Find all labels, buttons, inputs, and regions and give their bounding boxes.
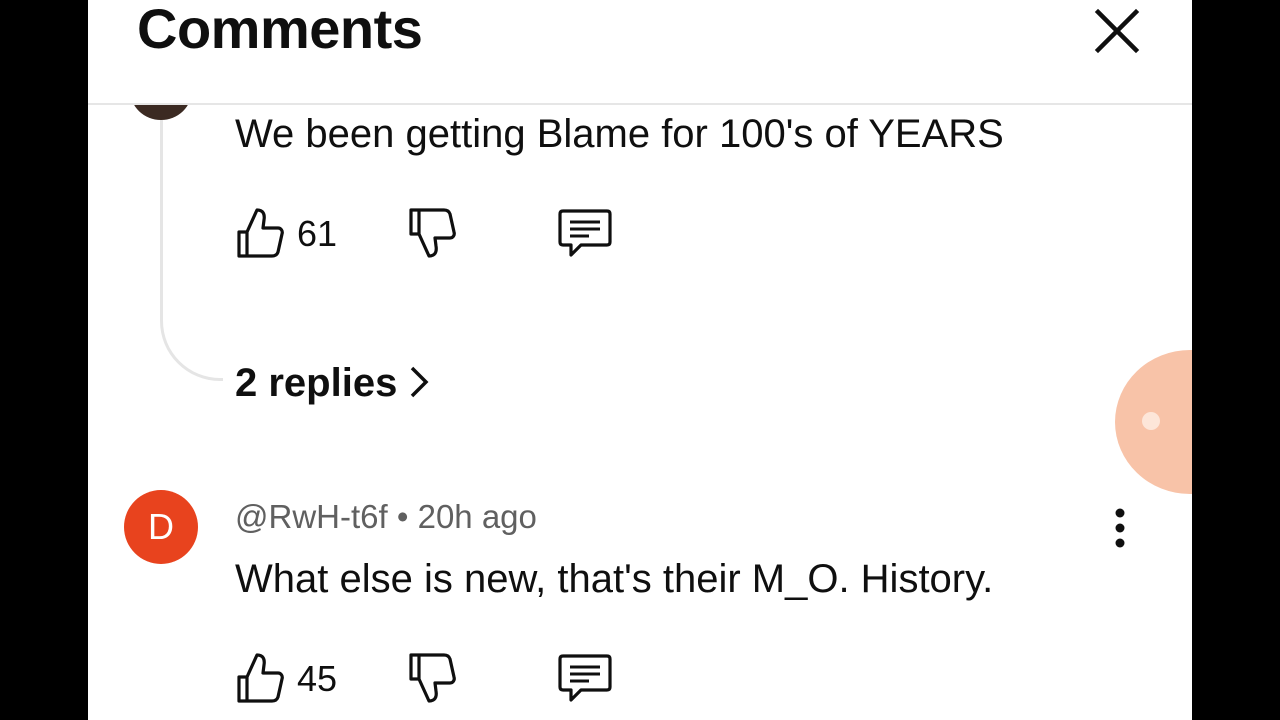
comment-author[interactable]: @RwH-t6f (235, 498, 388, 535)
replies-label: 2 replies (235, 361, 398, 405)
avatar[interactable]: D (124, 490, 198, 564)
close-icon (1094, 8, 1140, 54)
thumbs-down-icon (409, 653, 456, 703)
like-button[interactable] (235, 651, 285, 710)
comment-text: We been getting Blame for 100's of YEARS (235, 112, 1004, 156)
like-count: 45 (297, 658, 338, 699)
comments-panel: Comments We been getting Blame for 100's… (88, 0, 1192, 720)
comment-time: 20h ago (417, 498, 537, 535)
page-title: Comments (137, 0, 423, 60)
reply-icon (558, 209, 612, 257)
reply-button[interactable] (557, 651, 613, 710)
more-vert-icon (1115, 508, 1125, 548)
reply-thread-line (160, 120, 223, 381)
comment-text: What else is new, that's their M_O. Hist… (235, 557, 994, 601)
more-options-button[interactable] (1105, 505, 1135, 551)
thumbs-down-icon (409, 208, 456, 258)
chevron-right-icon (411, 367, 429, 398)
dislike-button[interactable] (407, 651, 457, 710)
reply-button[interactable] (557, 206, 613, 265)
thumbs-up-icon (237, 653, 284, 703)
bubble-dot (1142, 412, 1160, 430)
like-button[interactable] (235, 206, 285, 265)
reply-icon (558, 654, 612, 702)
close-button[interactable] (1092, 6, 1142, 56)
dislike-button[interactable] (407, 206, 457, 265)
thumbs-up-icon (237, 208, 284, 258)
floating-bubble[interactable] (1115, 350, 1192, 494)
view-replies-button[interactable]: 2 replies (235, 360, 429, 406)
meta-separator: • (396, 498, 409, 535)
comments-header: Comments (88, 0, 1192, 105)
like-count: 61 (297, 213, 338, 254)
comment-meta: @RwH-t6f • 20h ago (235, 498, 537, 536)
